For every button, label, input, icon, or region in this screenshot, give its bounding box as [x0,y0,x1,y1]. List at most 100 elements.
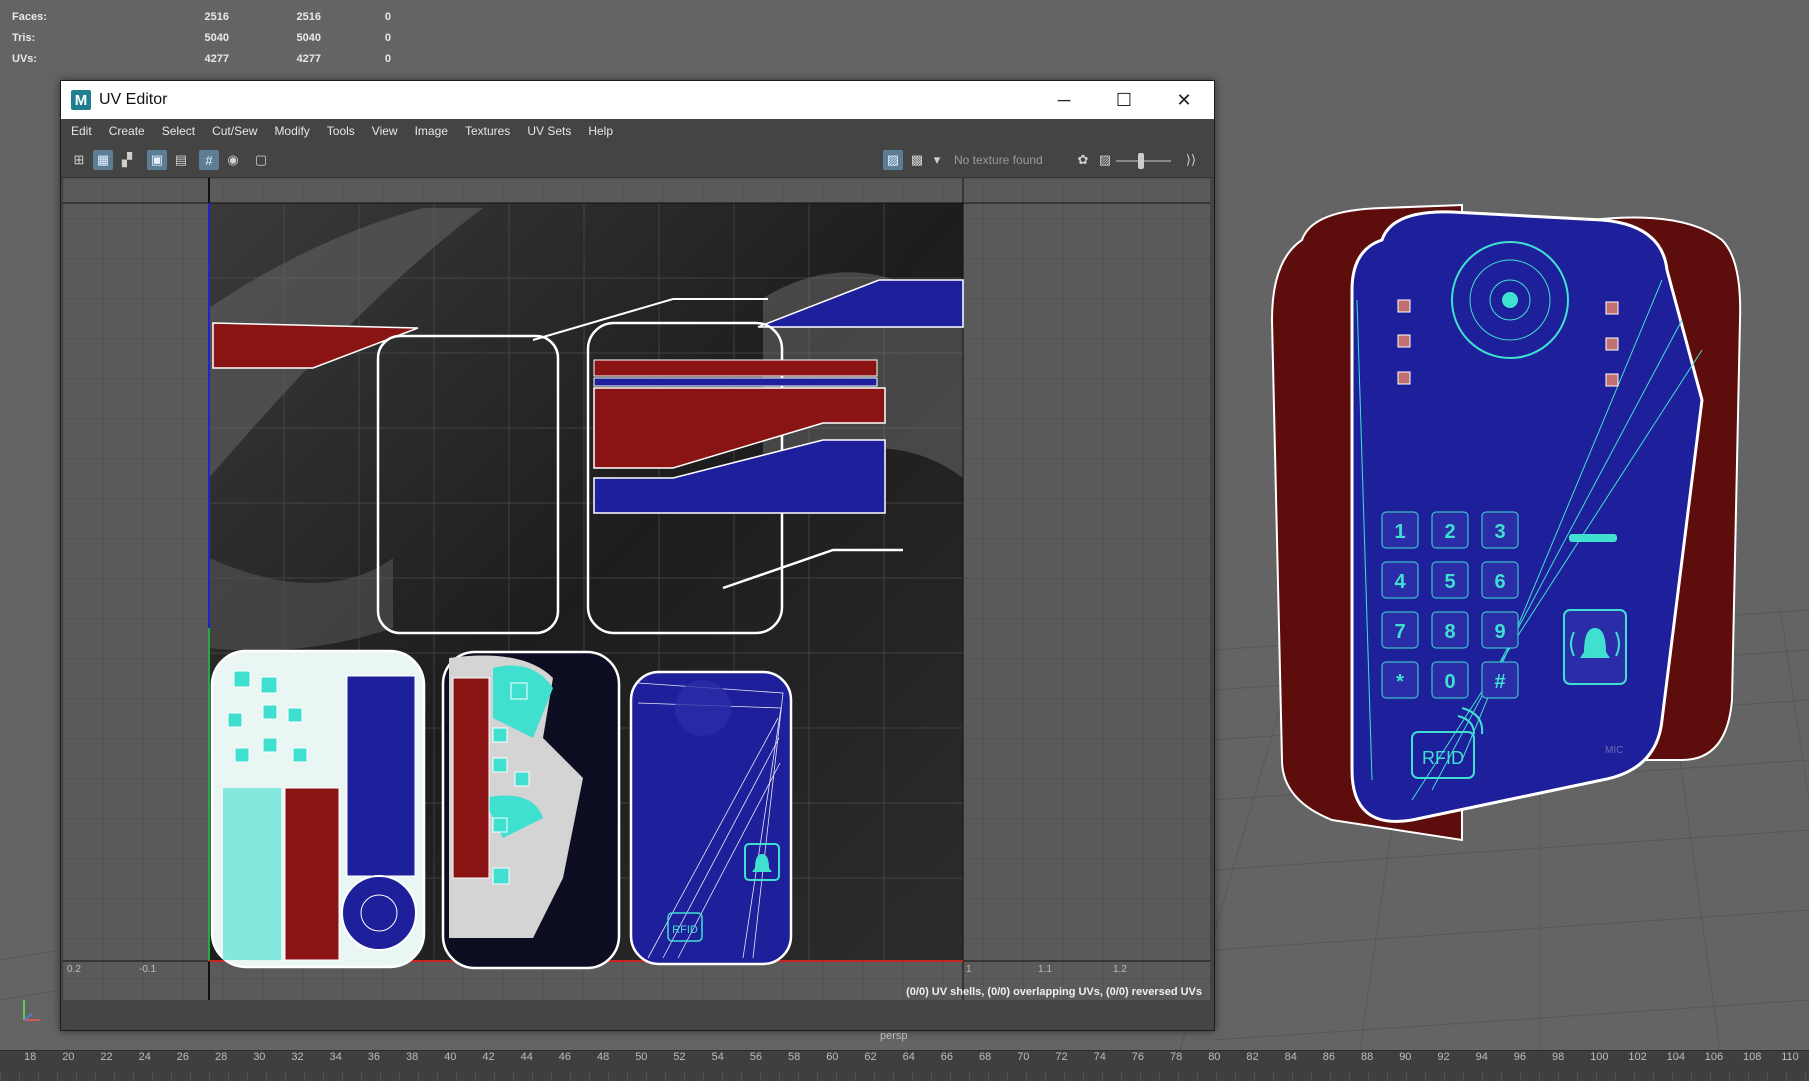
menu-textures[interactable]: Textures [465,124,510,138]
ir-led [1397,334,1411,348]
time-tick: 36 [367,1051,381,1063]
rfid-label: RFID [1422,748,1464,768]
menu-uv-sets[interactable]: UV Sets [527,124,571,138]
snapshot-icon[interactable]: ▢ [251,150,271,170]
close-button[interactable]: ✕ [1154,81,1214,119]
time-tick: 72 [1055,1051,1068,1063]
menu-modify[interactable]: Modify [274,124,309,138]
ir-led [1605,301,1619,315]
doorbell-3d-model[interactable]: 1 2 3 4 5 6 7 8 9 * 0 # RFID MIC [1262,200,1752,870]
uv-shell [593,359,878,377]
window-controls: ─ ☐ ✕ [1034,81,1214,119]
time-tick: 26 [176,1051,190,1063]
hud-value: 2516 [204,10,229,23]
time-tick: 70 [1017,1051,1030,1063]
menu-help[interactable]: Help [588,124,613,138]
time-tick: 32 [291,1051,304,1063]
maximize-button[interactable]: ☐ [1094,81,1154,119]
time-tick: 52 [673,1051,686,1063]
keypad-key-label: 9 [1494,621,1505,643]
time-slider[interactable]: 18 20 22 24 26 28 30 32 34 36 38 40 42 44 46 48 50 52 54 56… [0,1050,1809,1081]
uv-camera-shell [341,875,417,951]
isolate-icon[interactable]: ◉ [223,150,243,170]
time-tick: 68 [979,1051,992,1063]
time-tick: 64 [902,1051,915,1063]
uv-editor-window[interactable]: M UV Editor ─ ☐ ✕ Edit Create Select Cut… [60,80,1215,1031]
hud-value: 2516 [296,10,321,23]
poly-count-hud: Faces: 2516 2516 0 Tris: 5040 5040 0 UVs… [12,6,391,69]
checker-icon[interactable]: ▞ [117,150,137,170]
hud-value: 5040 [204,31,229,44]
maya-logo-icon: M [71,90,91,110]
minimize-button[interactable]: ─ [1034,81,1094,119]
arrows-icon[interactable]: ⟩⟩ [1181,150,1201,170]
time-tick: 42 [482,1051,495,1063]
time-tick: 60 [826,1051,839,1063]
hud-row-faces: Faces: 2516 2516 0 [12,6,391,27]
time-tick: 18 [24,1051,37,1063]
menu-create[interactable]: Create [109,124,145,138]
slider-handle[interactable] [1138,153,1144,169]
time-tick: 82 [1246,1051,1259,1063]
time-tick: 34 [329,1051,342,1063]
uv-canvas[interactable]: RFID 0.2 -0.1 1 1.1 1.2 (0/0) UV shells,… [63,178,1210,1000]
keypad-key-label: 2 [1444,521,1455,543]
no-texture-label: No texture found [954,153,1043,167]
keypad-key-label: 6 [1494,571,1505,593]
menu-cut-sew[interactable]: Cut/Sew [212,124,257,138]
time-tick: 90 [1399,1051,1412,1063]
time-tick: 56 [749,1051,763,1063]
keypad-key-label: 0 [1444,671,1455,693]
keypad-key-label: * [1396,671,1404,693]
ir-led [1397,299,1411,313]
hud-row-tris: Tris: 5040 5040 0 [12,27,391,48]
time-tick: 100 [1590,1051,1609,1063]
time-tick: 62 [864,1051,877,1063]
uv-toolbar: ⊞ ▦ ▞ ▣ ▤ # ◉ ▢ ▨ ▩ ▾ No texture found ✿… [61,143,1214,178]
menu-edit[interactable]: Edit [71,124,92,138]
menu-tools[interactable]: Tools [327,124,355,138]
time-tick: 110 [1781,1051,1799,1063]
frame-icon[interactable]: ▣ [147,150,167,170]
uv-axis-label: 0.2 [67,964,81,975]
uv-layout[interactable]: RFID [63,178,1210,1000]
texture-filter-icon[interactable]: ✿ [1073,150,1093,170]
ir-led [1397,371,1411,385]
time-tick: 84 [1284,1051,1297,1063]
menu-select[interactable]: Select [162,124,195,138]
time-tick: 22 [100,1051,113,1063]
mic-label: MIC [1605,745,1623,756]
menu-image[interactable]: Image [415,124,448,138]
hud-label: Faces: [12,10,47,23]
uv-axis-label: 1.1 [1038,964,1052,975]
dropdown-icon[interactable]: ▾ [927,150,947,170]
checker-display-icon[interactable]: ▩ [907,150,927,170]
hud-value: 4277 [296,52,321,65]
menu-view[interactable]: View [372,124,398,138]
time-tick: 54 [711,1051,724,1063]
time-tick: 48 [597,1051,610,1063]
image-display-icon[interactable]: ▨ [883,150,903,170]
time-tick: 102 [1628,1051,1647,1063]
uv-shell-icon[interactable]: ▦ [93,150,113,170]
hud-value: 0 [384,10,391,23]
keypad-key-label: 3 [1494,521,1505,543]
indicator-bar [1569,534,1617,542]
uv-rfid-label: RFID [672,924,698,936]
distortion-icon[interactable]: ▤ [171,150,191,170]
time-tick: 30 [253,1051,266,1063]
ir-led [1605,337,1619,351]
keypad-key-label: 4 [1394,571,1406,593]
grid-shell-icon[interactable]: ⊞ [69,150,89,170]
time-tick: 98 [1552,1051,1565,1063]
camera-label: persp [880,1030,908,1042]
window-titlebar[interactable]: M UV Editor ─ ☐ ✕ [61,81,1214,119]
hud-label: UVs: [12,52,38,65]
hud-value: 0 [384,31,391,44]
grid-toggle-icon[interactable]: # [199,150,219,170]
image-icon[interactable]: ▨ [1095,150,1115,170]
uv-shell [593,377,878,387]
time-tick: 76 [1131,1051,1145,1063]
window-title: UV Editor [99,91,168,108]
exposure-slider[interactable] [1116,153,1171,169]
